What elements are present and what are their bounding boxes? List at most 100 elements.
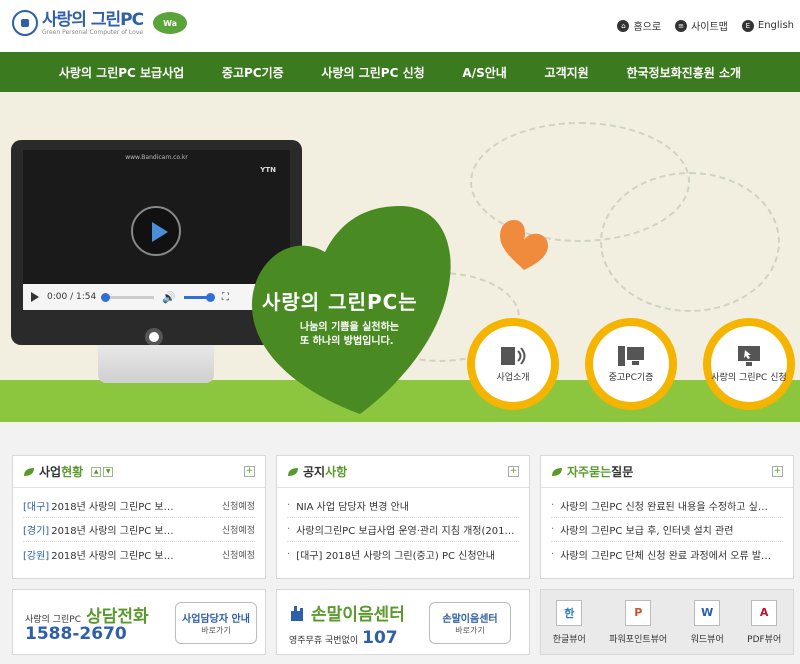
nav-item-customer-support[interactable]: 고객지원	[545, 64, 589, 81]
english-label: English	[757, 20, 794, 31]
more-plus-icon[interactable]: +	[772, 466, 783, 477]
board-title: 사업현황	[39, 463, 83, 480]
row-title: 2018년 사랑의 그린PC 보…	[51, 550, 174, 562]
powerpoint-viewer-icon: P	[625, 599, 652, 626]
board-title-accent: 자주묻는	[567, 465, 612, 479]
row-status: 신청예정	[221, 550, 255, 561]
video-channel-logo: YTN	[260, 166, 276, 174]
board-title-part: 공지	[303, 465, 326, 479]
progress-knob[interactable]	[101, 292, 111, 302]
banner-small-text: 영주무휴 국번없이	[289, 636, 359, 646]
arrow-up-icon[interactable]: ▲	[91, 466, 102, 477]
list-item[interactable]: · 사랑의 그린PC 보급 후, 인터넷 설치 관련	[551, 518, 783, 542]
row-title: NIA 사업 담당자 변경 안내	[296, 502, 409, 513]
board-title: 공지사항	[303, 463, 347, 480]
nav-item-green-pc-apply[interactable]: 사랑의 그린PC 신청	[321, 64, 424, 81]
viewer-powerpoint[interactable]: P 파워포인트뷰어	[609, 599, 668, 645]
nav-item-green-pc-project[interactable]: 사랑의 그린PC 보급사업	[59, 64, 184, 81]
row-status: 신청예정	[221, 502, 255, 512]
board-title-part: 사업	[39, 465, 62, 479]
phone-number: 107	[362, 628, 398, 648]
list-item[interactable]: [대구] 2018년 사랑의 그린PC 보… 신청예정	[23, 494, 255, 518]
region-tag: [경기]	[23, 526, 50, 537]
sign-hand-icon	[291, 605, 303, 621]
home-label: 홈으로	[633, 22, 662, 33]
logo-title: 사랑의 그린PC	[42, 9, 144, 30]
circle-label: 사랑의 그린PC 신청	[711, 372, 787, 383]
site-logo[interactable]: 사랑의 그린PC Green Personal Computer of Love…	[12, 9, 188, 36]
monitor-cursor-icon	[738, 345, 760, 366]
business-contact-button[interactable]: 사업담당자 안내 바로가기	[175, 602, 257, 644]
board-title-accent: 사항	[325, 465, 348, 479]
list-item[interactable]: [강원] 2018년 사랑의 그린PC 보… 신청예정	[23, 542, 255, 566]
circle-btn-green-pc-apply[interactable]: 사랑의 그린PC 신청	[703, 318, 795, 410]
circle-label: 중고PC기증	[608, 372, 654, 383]
hero-banner: www.Bandicam.co.kr YTN 0:00 / 1:54 🔊 ⛶ 사…	[0, 92, 800, 422]
list-item[interactable]: · 사랑의 그린PC 단체 신청 완료 과정에서 오류 발…	[551, 542, 783, 566]
play-small-icon[interactable]	[31, 292, 39, 302]
bullet-icon: ·	[287, 524, 291, 535]
fullscreen-icon[interactable]: ⛶	[222, 292, 229, 303]
partner-badge-icon: Wa	[153, 12, 188, 34]
row-title: 사랑의 그린PC 단체 신청 완료 과정에서 오류 발…	[560, 550, 772, 562]
row-title: 2018년 사랑의 그린PC 보…	[51, 526, 174, 537]
more-plus-icon[interactable]: +	[244, 466, 255, 477]
region-tag: [강원]	[23, 550, 50, 562]
nav-item-pc-donation[interactable]: 중고PC기증	[222, 64, 284, 81]
home-icon: ⌂	[617, 19, 630, 32]
nav-item-nia-intro[interactable]: 한국정보화진흥원 소개	[626, 64, 741, 81]
button-main-label: 사업담당자 안내	[182, 614, 250, 625]
circle-btn-pc-donation[interactable]: 중고PC기증	[585, 318, 677, 410]
volume-icon[interactable]: 🔊	[162, 291, 176, 304]
arrow-down-icon[interactable]: ▼	[103, 466, 114, 477]
pdf-viewer-icon: A	[751, 599, 778, 626]
nav-item-as-guide[interactable]: A/S안내	[462, 64, 506, 81]
home-link[interactable]: ⌂ 홈으로	[617, 18, 661, 33]
utility-links: ⌂ 홈으로 ≡ 사이트맵 E English	[617, 18, 794, 33]
row-title: 2018년 사랑의 그린PC 보…	[51, 502, 174, 513]
button-sub-label: 바로가기	[455, 626, 485, 635]
main-nav: 사랑의 그린PC 보급사업 중고PC기증 사랑의 그린PC 신청 A/S안내 고…	[0, 52, 800, 92]
english-link[interactable]: E English	[741, 18, 794, 33]
phone-number: 1588-2670	[25, 624, 127, 644]
button-main-label: 손말이음센터	[442, 614, 498, 625]
leaf-icon	[288, 467, 298, 476]
english-icon: E	[741, 19, 754, 32]
list-item[interactable]: · NIA 사업 담당자 변경 안내	[287, 494, 519, 518]
video-progress-bar[interactable]	[101, 292, 155, 302]
computer-icon	[618, 345, 644, 366]
viewer-hangul[interactable]: 한 한글뷰어	[553, 599, 586, 645]
monitor-power-icon	[145, 328, 163, 346]
word-viewer-icon: W	[694, 599, 721, 626]
volume-slider[interactable]	[183, 292, 215, 302]
board-title: 자주묻는질문	[567, 463, 633, 480]
row-title: 사랑의 그린PC 보급 후, 인터넷 설치 관련	[560, 526, 734, 537]
hero-heart-line-2: 또 하나의 방법입니다.	[300, 336, 394, 347]
more-plus-icon[interactable]: +	[508, 466, 519, 477]
viewer-label: 파워포인트뷰어	[609, 634, 668, 645]
bullet-icon: ·	[287, 500, 291, 511]
orange-heart-icon	[500, 220, 548, 270]
hero-heart-line-1: 나눔의 기쁨을 실천하는	[300, 322, 399, 333]
play-icon[interactable]	[131, 206, 181, 256]
sitemap-link[interactable]: ≡ 사이트맵	[675, 18, 728, 33]
list-item[interactable]: [경기] 2018년 사랑의 그린PC 보… 신청예정	[23, 518, 255, 542]
list-item[interactable]: · 사랑의그린PC 보급사업 운영·관리 지침 개정(201…	[287, 518, 519, 542]
list-item[interactable]: · [대구] 2018년 사랑의 그린(중고) PC 신청안내	[287, 542, 519, 566]
leaf-icon	[552, 467, 562, 476]
circle-btn-business-intro[interactable]: 사업소개	[467, 318, 559, 410]
logo-mark-icon	[12, 10, 38, 36]
viewer-word[interactable]: W 워드뷰어	[691, 599, 724, 645]
monitor-stand	[98, 345, 214, 383]
region-tag: [대구]	[23, 502, 50, 513]
viewer-label: PDF뷰어	[747, 634, 782, 645]
sign-center-button[interactable]: 손말이음센터 바로가기	[429, 602, 511, 644]
business-status-board: 사업현황 ▲ ▼ + [대구] 2018년 사랑의 그린PC 보… 신청예정 […	[12, 455, 266, 579]
list-item[interactable]: · 사랑의 그린PC 신청 완료된 내용을 수정하고 싶…	[551, 494, 783, 518]
circle-label: 사업소개	[496, 372, 530, 383]
viewer-downloads: 한 한글뷰어 P 파워포인트뷰어 W 워드뷰어 A PDF뷰어	[540, 589, 794, 655]
bullet-icon: ·	[551, 548, 555, 560]
volume-knob[interactable]	[205, 292, 215, 302]
viewer-pdf[interactable]: A PDF뷰어	[747, 599, 782, 645]
sitemap-icon: ≡	[675, 19, 688, 32]
